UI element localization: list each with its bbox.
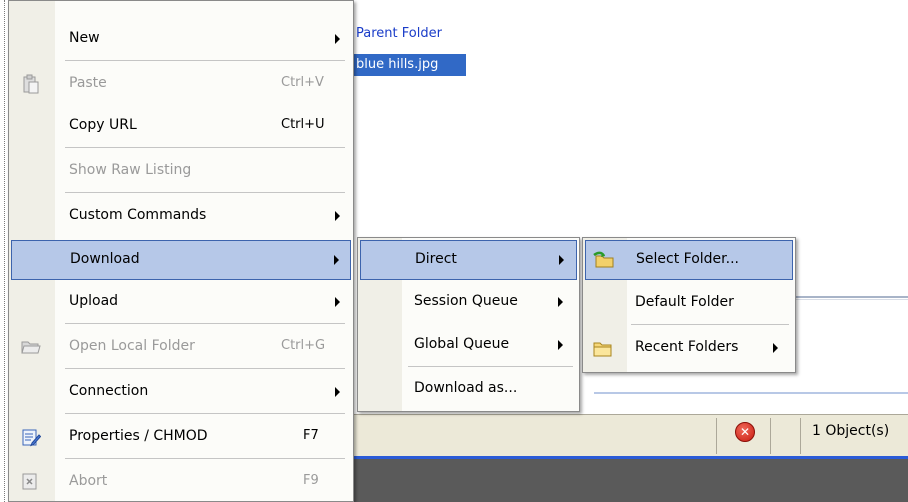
menu-item-label: Upload [69, 293, 119, 309]
pane-divider-lower [594, 392, 908, 394]
status-separator [716, 418, 717, 454]
menu-item-label: Abort [69, 473, 108, 489]
error-icon[interactable]: ✕ [735, 422, 755, 442]
status-separator [770, 418, 771, 454]
menu-item-label: Show Raw Listing [69, 162, 192, 178]
download-submenu: Direct Session Queue Global Queue Downlo… [357, 237, 580, 412]
submenu-arrow-icon [558, 297, 563, 307]
menu-item-direct[interactable]: Direct [360, 240, 577, 280]
menu-item-shortcut: Ctrl+V [281, 75, 324, 90]
menu-item-label: Recent Folders [635, 339, 739, 355]
folder-icon [593, 341, 613, 361]
menu-item-label: Direct [415, 251, 457, 267]
properties-icon [21, 427, 42, 451]
menu-item-session-queue[interactable]: Session Queue [358, 282, 579, 322]
menu-item-shortcut: F9 [303, 473, 319, 488]
menu-item-label: Connection [69, 383, 149, 399]
menu-item-download-as[interactable]: Download as... [358, 369, 579, 409]
menu-item-properties-chmod[interactable]: Properties / CHMOD F7 [9, 417, 353, 457]
menu-item-label: Default Folder [635, 294, 734, 310]
menu-item-label: Copy URL [69, 117, 137, 133]
menu-item-label: Properties / CHMOD [69, 428, 208, 444]
menu-item-default-folder[interactable]: Default Folder [583, 283, 795, 323]
menu-separator [65, 368, 345, 369]
menu-item-label: Download as... [414, 380, 518, 396]
menu-item-label: Download [70, 251, 140, 267]
menu-item-label: Open Local Folder [69, 338, 195, 354]
menu-separator [65, 323, 345, 324]
submenu-arrow-icon [559, 255, 564, 265]
menu-item-paste[interactable]: Paste Ctrl+V [9, 64, 353, 104]
menu-separator [65, 413, 345, 414]
direct-submenu: Select Folder... Default Folder Recent F… [582, 237, 796, 373]
menu-item-recent-folders[interactable]: Recent Folders [583, 328, 795, 368]
menu-item-global-queue[interactable]: Global Queue [358, 325, 579, 365]
folder-arrow-icon [593, 251, 615, 273]
submenu-arrow-icon [335, 211, 340, 221]
clipboard-icon [22, 74, 40, 98]
submenu-arrow-icon [558, 340, 563, 350]
menu-separator [65, 60, 345, 61]
menu-item-copy-url[interactable]: Copy URL Ctrl+U [9, 106, 353, 146]
menu-item-select-folder[interactable]: Select Folder... [585, 240, 793, 280]
menu-item-new[interactable]: New [9, 19, 353, 59]
menu-separator [631, 324, 789, 325]
selected-file-item[interactable]: blue hills.jpg [354, 54, 466, 76]
menu-separator [65, 458, 345, 459]
splitter-dots[interactable] [4, 0, 6, 502]
menu-item-custom-commands[interactable]: Custom Commands [9, 196, 353, 236]
menu-item-upload[interactable]: Upload [9, 282, 353, 322]
menu-separator [65, 192, 345, 193]
menu-separator [408, 366, 573, 367]
menu-separator [65, 147, 345, 148]
submenu-arrow-icon [335, 297, 340, 307]
abort-icon [22, 473, 38, 495]
menu-item-connection[interactable]: Connection [9, 372, 353, 412]
menu-item-label: New [69, 30, 100, 46]
menu-item-shortcut: Ctrl+U [281, 117, 325, 132]
parent-folder-item[interactable]: Parent Folder [356, 26, 442, 41]
folder-open-icon [21, 339, 41, 359]
status-separator [800, 418, 801, 454]
submenu-arrow-icon [335, 387, 340, 397]
menu-item-show-raw-listing[interactable]: Show Raw Listing [9, 151, 353, 191]
submenu-arrow-icon [773, 343, 778, 353]
menu-item-abort[interactable]: Abort F9 [9, 462, 353, 502]
menu-item-open-local-folder[interactable]: Open Local Folder Ctrl+G [9, 327, 353, 367]
menu-item-shortcut: Ctrl+G [281, 338, 326, 353]
menu-item-label: Custom Commands [69, 207, 207, 223]
object-count: 1 Object(s) [812, 423, 890, 439]
menu-item-label: Session Queue [414, 293, 518, 309]
menu-item-shortcut: F7 [303, 428, 319, 443]
menu-item-label: Select Folder... [636, 251, 739, 267]
menu-item-label: Paste [69, 75, 107, 91]
submenu-arrow-icon [335, 34, 340, 44]
context-menu: New Paste Ctrl+V Copy URL Ctrl+U Show Ra… [8, 0, 354, 502]
submenu-arrow-icon [334, 255, 339, 265]
menu-item-label: Global Queue [414, 336, 510, 352]
menu-item-download[interactable]: Download [11, 240, 351, 280]
